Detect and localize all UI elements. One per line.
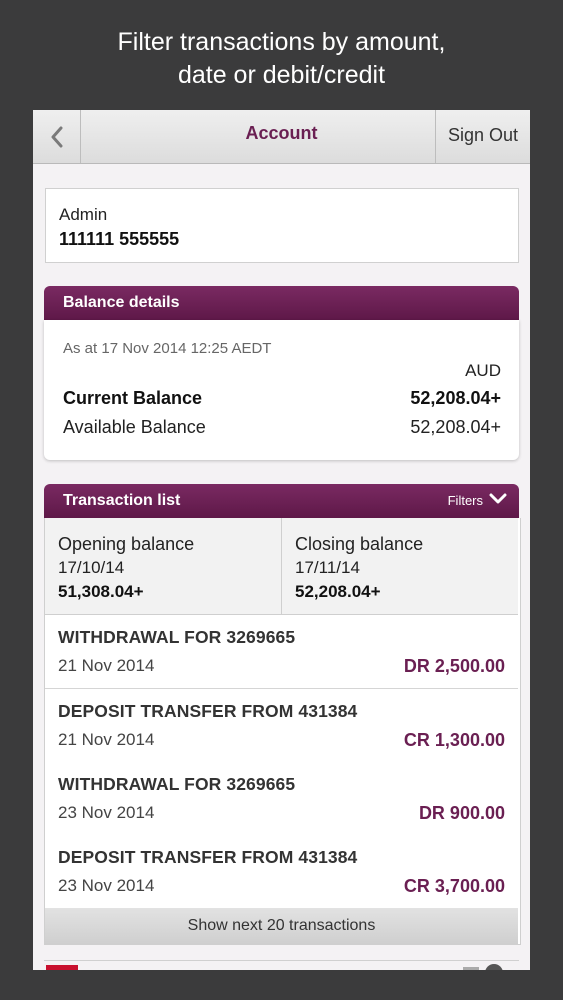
footer-text-fragment — [463, 967, 479, 970]
current-balance-label: Current Balance — [63, 388, 203, 408]
as-at-timestamp: As at 17 Nov 2014 12:25 AEDT — [63, 340, 272, 357]
transaction-list-header: Transaction list Filters — [44, 484, 519, 518]
closing-balance-label: Closing balance — [295, 534, 424, 554]
footer-strip — [44, 960, 519, 970]
transaction-list: Opening balance 17/10/14 51,308.04+ Clos… — [44, 518, 521, 945]
balance-details-card: As at 17 Nov 2014 12:25 AEDT AUD Current… — [44, 320, 519, 460]
caption-line-1: Filter transactions by amount, — [117, 28, 446, 56]
available-balance-label: Available Balance — [63, 417, 206, 437]
show-next-transactions-button[interactable]: Show next 20 transactions — [45, 908, 518, 944]
filters-button[interactable]: Filters — [448, 484, 507, 518]
closing-balance-date: 17/11/14 — [295, 558, 360, 577]
transaction-description: WITHDRAWAL FOR 3269665 — [58, 774, 296, 794]
transaction-row[interactable]: WITHDRAWAL FOR 3269665 23 Nov 2014 DR 90… — [45, 762, 518, 836]
transaction-amount: DR 2,500.00 — [403, 656, 505, 676]
closing-balance-amount: 52,208.04+ — [295, 582, 381, 601]
transaction-row[interactable]: WITHDRAWAL FOR 3269665 21 Nov 2014 DR 2,… — [45, 615, 518, 689]
opening-balance-amount: 51,308.04+ — [58, 582, 144, 601]
balance-details-title: Balance details — [63, 294, 180, 311]
transaction-date: 23 Nov 2014 — [58, 876, 155, 895]
account-number: 111111 555555 — [59, 229, 180, 249]
current-balance-value: 52,208.04+ — [410, 388, 501, 408]
available-balance-value: 52,208.04+ — [410, 417, 501, 437]
navigation-bar: Account Sign Out — [33, 110, 530, 164]
marketing-caption: Filter transactions by amount, date or d… — [0, 26, 563, 92]
transaction-date: 21 Nov 2014 — [58, 730, 155, 749]
account-card: Admin 111111 555555 — [45, 188, 519, 263]
transaction-date: 21 Nov 2014 — [58, 656, 155, 675]
back-button[interactable] — [33, 110, 81, 163]
caption-line-2: date or debit/credit — [177, 61, 386, 89]
chevron-down-icon — [489, 484, 507, 518]
transaction-description: WITHDRAWAL FOR 3269665 — [58, 627, 296, 647]
transaction-description: DEPOSIT TRANSFER FROM 431384 — [58, 701, 358, 721]
currency-label: AUD — [465, 361, 501, 380]
closing-balance-cell: Closing balance 17/11/14 52,208.04+ — [282, 518, 518, 615]
sign-out-button[interactable]: Sign Out — [435, 110, 530, 163]
transaction-amount: CR 3,700.00 — [403, 876, 505, 896]
filters-label: Filters — [447, 493, 483, 508]
transaction-amount: CR 1,300.00 — [403, 730, 505, 750]
opening-balance-cell: Opening balance 17/10/14 51,308.04+ — [45, 518, 282, 615]
chevron-left-icon — [50, 126, 64, 148]
balance-details-header: Balance details — [44, 286, 519, 320]
transaction-row[interactable]: DEPOSIT TRANSFER FROM 431384 21 Nov 2014… — [45, 689, 518, 763]
transaction-row[interactable]: DEPOSIT TRANSFER FROM 431384 23 Nov 2014… — [45, 835, 518, 908]
opening-balance-date: 17/10/14 — [58, 558, 125, 577]
transaction-amount: DR 900.00 — [418, 803, 505, 823]
opening-balance-label: Opening balance — [58, 534, 195, 554]
transaction-description: DEPOSIT TRANSFER FROM 431384 — [58, 847, 358, 867]
transaction-date: 23 Nov 2014 — [58, 803, 155, 822]
bank-logo — [46, 965, 78, 970]
help-icon[interactable] — [485, 964, 503, 970]
account-name: Admin — [59, 205, 108, 224]
phone-screen: Account Sign Out Admin 111111 555555 Bal… — [33, 110, 530, 970]
transaction-list-title: Transaction list — [63, 492, 181, 509]
